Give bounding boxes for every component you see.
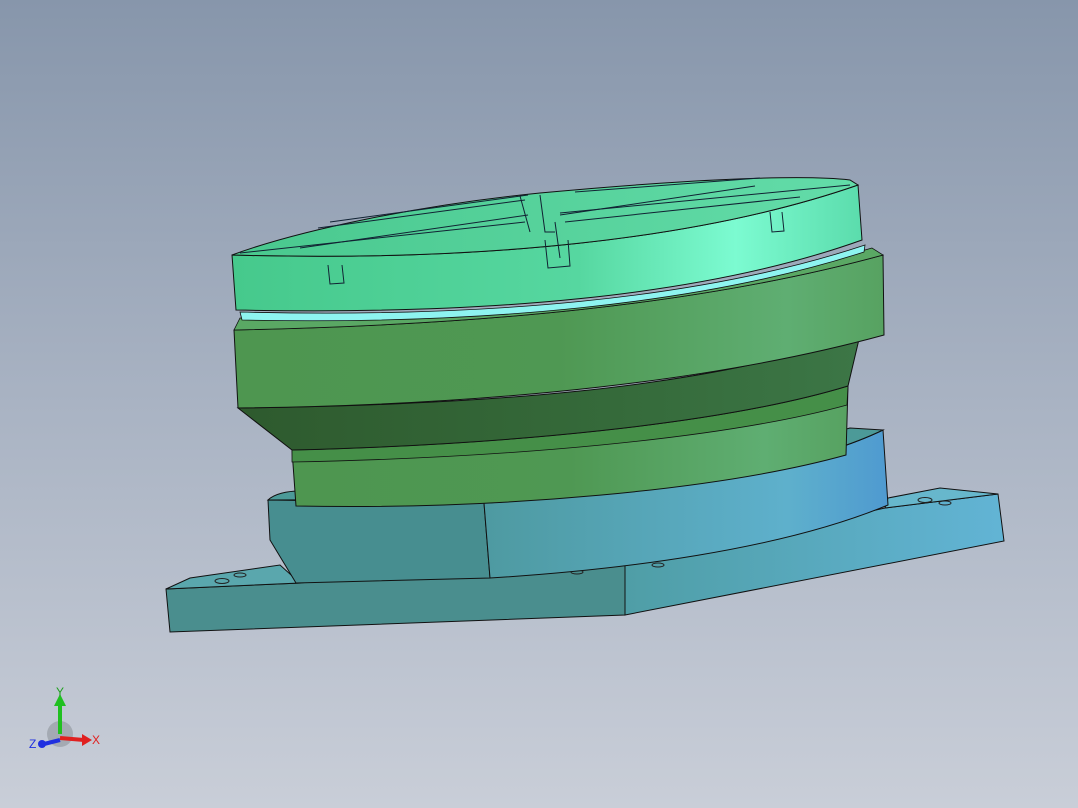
x-axis-label: X — [92, 733, 100, 747]
orientation-triad[interactable]: Y X Z — [22, 682, 112, 762]
rotary-table-model[interactable] — [0, 0, 1078, 808]
base-ring-left-face — [267, 499, 491, 584]
y-axis-label: Y — [56, 685, 64, 699]
graphics-viewport[interactable]: Y X Z — [0, 0, 1078, 808]
z-axis-label: Z — [29, 737, 36, 751]
